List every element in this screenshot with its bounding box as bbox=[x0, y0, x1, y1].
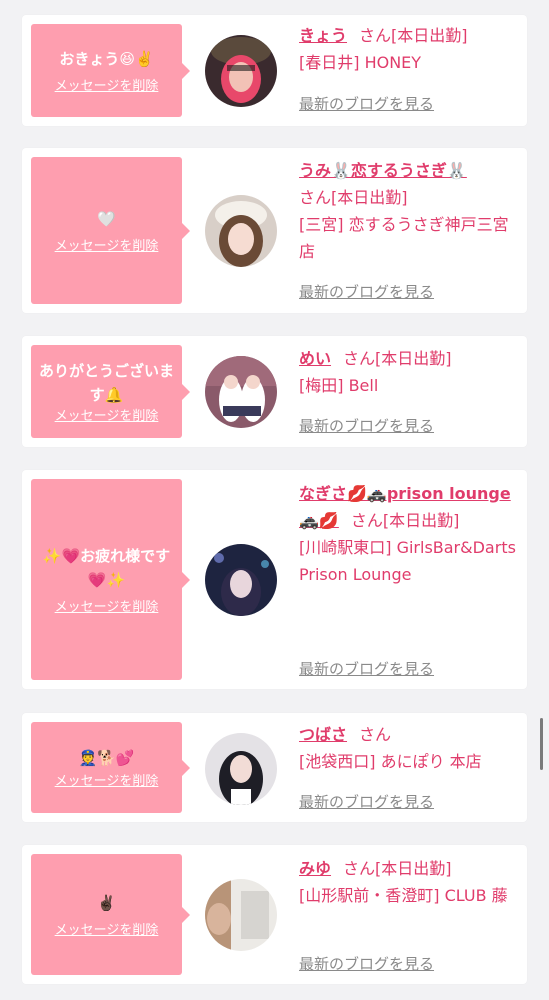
cast-name-link[interactable]: うみ🐰恋するうさぎ🐰 bbox=[299, 161, 467, 180]
message-text: ✌🏿 bbox=[97, 893, 116, 912]
delete-message-link[interactable]: メッセージを削除 bbox=[55, 239, 159, 255]
message-bubble: 🤍 メッセージを削除 bbox=[31, 157, 190, 304]
message-bubble: ありがとうございます🔔 メッセージを削除 bbox=[31, 345, 190, 438]
avatar[interactable] bbox=[205, 544, 277, 616]
message-text: ありがとうございます🔔 bbox=[38, 361, 174, 404]
message-text: 👮🐕💕 bbox=[78, 748, 135, 767]
cast-card: ありがとうございます🔔 メッセージを削除 めい さん[本日出勤] [梅田] Bel… bbox=[22, 336, 527, 447]
cast-status: さん[本日出勤] bbox=[299, 188, 408, 207]
scrollbar[interactable] bbox=[540, 718, 543, 770]
cast-info: きょう さん[本日出勤] [春日井] HONEY bbox=[299, 22, 521, 76]
cast-card: ✨💗お疲れ様です💗✨ メッセージを削除 なぎさ💋🚓prison lounge🚓💋… bbox=[22, 470, 527, 689]
avatar[interactable] bbox=[205, 879, 277, 951]
cast-card: 👮🐕💕 メッセージを削除 つばさ さん [池袋西口] あにぽり 本店 最新のブログ… bbox=[22, 713, 527, 822]
cast-info: うみ🐰恋するうさぎ🐰 さん[本日出勤] [三宮] 恋するうさぎ神戸三宮店 bbox=[299, 157, 521, 265]
latest-blog-link[interactable]: 最新のブログを見る bbox=[299, 282, 434, 302]
message-text: ✨💗お疲れ様です💗✨ bbox=[42, 546, 171, 589]
shop-name: [川崎駅東口] GirlsBar&Darts Prison Lounge bbox=[299, 538, 516, 584]
cast-card: ✌🏿 メッセージを削除 みゆ さん[本日出勤] [山形駅前・香澄町] CLUB 藤… bbox=[22, 845, 527, 984]
latest-blog-link[interactable]: 最新のブログを見る bbox=[299, 792, 434, 812]
delete-message-link[interactable]: メッセージを削除 bbox=[55, 774, 159, 790]
delete-message-link[interactable]: メッセージを削除 bbox=[55, 409, 159, 425]
cast-name-link[interactable]: きょう bbox=[299, 26, 347, 45]
message-bubble: おきょう😆✌️ メッセージを削除 bbox=[31, 24, 190, 117]
shop-name: [池袋西口] あにぽり 本店 bbox=[299, 752, 482, 771]
cast-info: みゆ さん[本日出勤] [山形駅前・香澄町] CLUB 藤 bbox=[299, 855, 521, 909]
cast-info: つばさ さん [池袋西口] あにぽり 本店 bbox=[299, 721, 521, 775]
avatar[interactable] bbox=[205, 733, 277, 805]
cast-name-link[interactable]: みゆ bbox=[299, 859, 331, 878]
avatar[interactable] bbox=[205, 356, 277, 428]
delete-message-link[interactable]: メッセージを削除 bbox=[55, 79, 159, 95]
latest-blog-link[interactable]: 最新のブログを見る bbox=[299, 954, 434, 974]
cast-status: さん[本日出勤] bbox=[350, 511, 460, 530]
latest-blog-link[interactable]: 最新のブログを見る bbox=[299, 94, 434, 114]
shop-name: [三宮] 恋するうさぎ神戸三宮店 bbox=[299, 215, 509, 261]
cast-status: さん[本日出勤] bbox=[359, 26, 468, 45]
cast-name-link[interactable]: めい bbox=[299, 349, 331, 368]
cast-status: さん bbox=[359, 725, 392, 744]
delete-message-link[interactable]: メッセージを削除 bbox=[55, 923, 159, 939]
message-bubble: ✨💗お疲れ様です💗✨ メッセージを削除 bbox=[31, 479, 190, 680]
latest-blog-link[interactable]: 最新のブログを見る bbox=[299, 416, 434, 436]
cast-info: めい さん[本日出勤] [梅田] Bell bbox=[299, 345, 521, 399]
message-text: 🤍 bbox=[97, 209, 116, 228]
message-bubble: ✌🏿 メッセージを削除 bbox=[31, 854, 190, 975]
shop-name: [春日井] HONEY bbox=[299, 53, 422, 72]
cast-status: さん[本日出勤] bbox=[343, 859, 452, 878]
delete-message-link[interactable]: メッセージを削除 bbox=[55, 600, 159, 616]
cast-status: さん[本日出勤] bbox=[343, 349, 452, 368]
avatar[interactable] bbox=[205, 35, 277, 107]
cast-card: 🤍 メッセージを削除 うみ🐰恋するうさぎ🐰 さん[本日出勤] [三宮] 恋するう… bbox=[22, 148, 527, 313]
cast-info: なぎさ💋🚓prison lounge🚓💋 さん[本日出勤] [川崎駅東口] Gir… bbox=[299, 480, 521, 588]
cast-name-link[interactable]: つばさ bbox=[299, 725, 347, 744]
latest-blog-link[interactable]: 最新のブログを見る bbox=[299, 659, 434, 679]
cast-card: おきょう😆✌️ メッセージを削除 きょう さん[本日出勤] [春日井] HONEY… bbox=[22, 15, 527, 126]
shop-name: [山形駅前・香澄町] CLUB 藤 bbox=[299, 886, 508, 905]
message-bubble: 👮🐕💕 メッセージを削除 bbox=[31, 722, 190, 813]
shop-name: [梅田] Bell bbox=[299, 376, 379, 395]
message-text: おきょう😆✌️ bbox=[59, 49, 154, 68]
avatar[interactable] bbox=[205, 195, 277, 267]
